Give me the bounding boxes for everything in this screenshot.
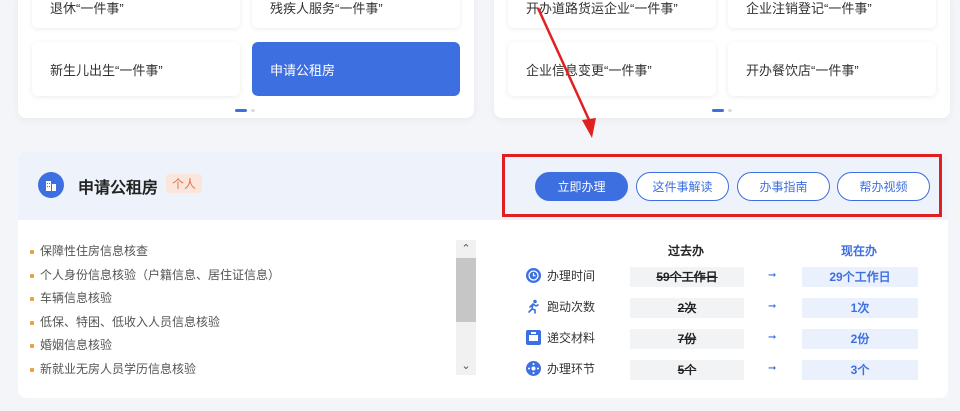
carousel-dots-left[interactable]: [235, 109, 255, 112]
arrow-right-icon: ➞: [768, 270, 777, 281]
now-value: 3个: [802, 360, 918, 380]
carousel-dot[interactable]: [728, 109, 732, 112]
scrollbar-thumb[interactable]: [456, 258, 476, 322]
now-column-header: 现在办: [841, 244, 878, 258]
tile-restaurant-opening[interactable]: 开办餐饮店“一件事”: [728, 42, 936, 96]
row-label: 办理时间: [547, 269, 596, 283]
carousel-dot[interactable]: [712, 109, 724, 112]
tile-retirement[interactable]: 退休“一件事”: [32, 0, 240, 28]
list-item: 婚姻信息核验: [30, 334, 440, 358]
annotation-arrow: [536, 7, 596, 138]
arrow-right-icon: ➞: [768, 363, 777, 374]
service-badge: 个人: [166, 174, 203, 193]
compare-row-time: 办理时间: [526, 267, 595, 284]
tile-label: 企业注销登记“一件事”: [746, 0, 872, 16]
building-icon: [38, 172, 64, 198]
running-icon: [526, 299, 541, 314]
list-item: 新就业无房人员学历信息核验: [30, 358, 440, 382]
now-value: 29个工作日: [802, 267, 918, 287]
process-icon: [526, 361, 541, 376]
tile-label: 退休“一件事”: [50, 0, 124, 16]
list-item: 个人身份信息核验（户籍信息、居住证信息）: [30, 264, 440, 288]
past-value: 7份: [630, 329, 744, 349]
service-title: 申请公租房: [78, 180, 159, 197]
arrow-right-icon: ➞: [768, 332, 777, 343]
arrow-right-icon: ➞: [768, 301, 777, 312]
folder-icon: [526, 330, 541, 345]
tile-disabled-services[interactable]: 残疾人服务“一件事”: [252, 0, 460, 28]
tile-newborn[interactable]: 新生儿出生“一件事”: [32, 42, 240, 96]
list-item: 低保、特困、低收入人员信息核验: [30, 311, 440, 335]
list-item: 车辆信息核验: [30, 287, 440, 311]
now-value: 2份: [802, 329, 918, 349]
clock-icon: [526, 268, 541, 283]
check-list: 保障性住房信息核查 个人身份信息核验（户籍信息、居住证信息） 车辆信息核验 低保…: [30, 240, 440, 382]
tile-label: 残疾人服务“一件事”: [270, 0, 383, 16]
past-value: 5个: [630, 360, 744, 380]
compare-row-materials: 递交材料: [526, 329, 595, 346]
row-label: 递交材料: [547, 331, 596, 345]
carousel-dot[interactable]: [251, 109, 255, 112]
row-label: 跑动次数: [547, 300, 596, 314]
past-value: 2次: [630, 298, 744, 318]
carousel-dot[interactable]: [235, 109, 247, 112]
row-label: 办理环节: [547, 362, 596, 376]
carousel-dots-right[interactable]: [712, 109, 732, 112]
annotation-highlight-box: [502, 154, 942, 217]
tile-label: 新生儿出生“一件事”: [50, 62, 163, 78]
list-item: 保障性住房信息核查: [30, 240, 440, 264]
past-column-header: 过去办: [668, 244, 705, 258]
compare-row-trips: 跑动次数: [526, 298, 595, 315]
now-value: 1次: [802, 298, 918, 318]
scroll-up-icon[interactable]: ⌃: [456, 241, 476, 257]
tile-label: 开办餐饮店“一件事”: [746, 62, 859, 78]
tile-label: 申请公租房: [270, 62, 336, 78]
tile-enterprise-deregistration[interactable]: 企业注销登记“一件事”: [728, 0, 936, 28]
compare-row-steps: 办理环节: [526, 360, 595, 377]
scroll-down-icon[interactable]: ⌄: [456, 358, 476, 374]
past-value: 59个工作日: [630, 267, 744, 287]
tile-public-rental-housing[interactable]: 申请公租房: [252, 42, 460, 96]
